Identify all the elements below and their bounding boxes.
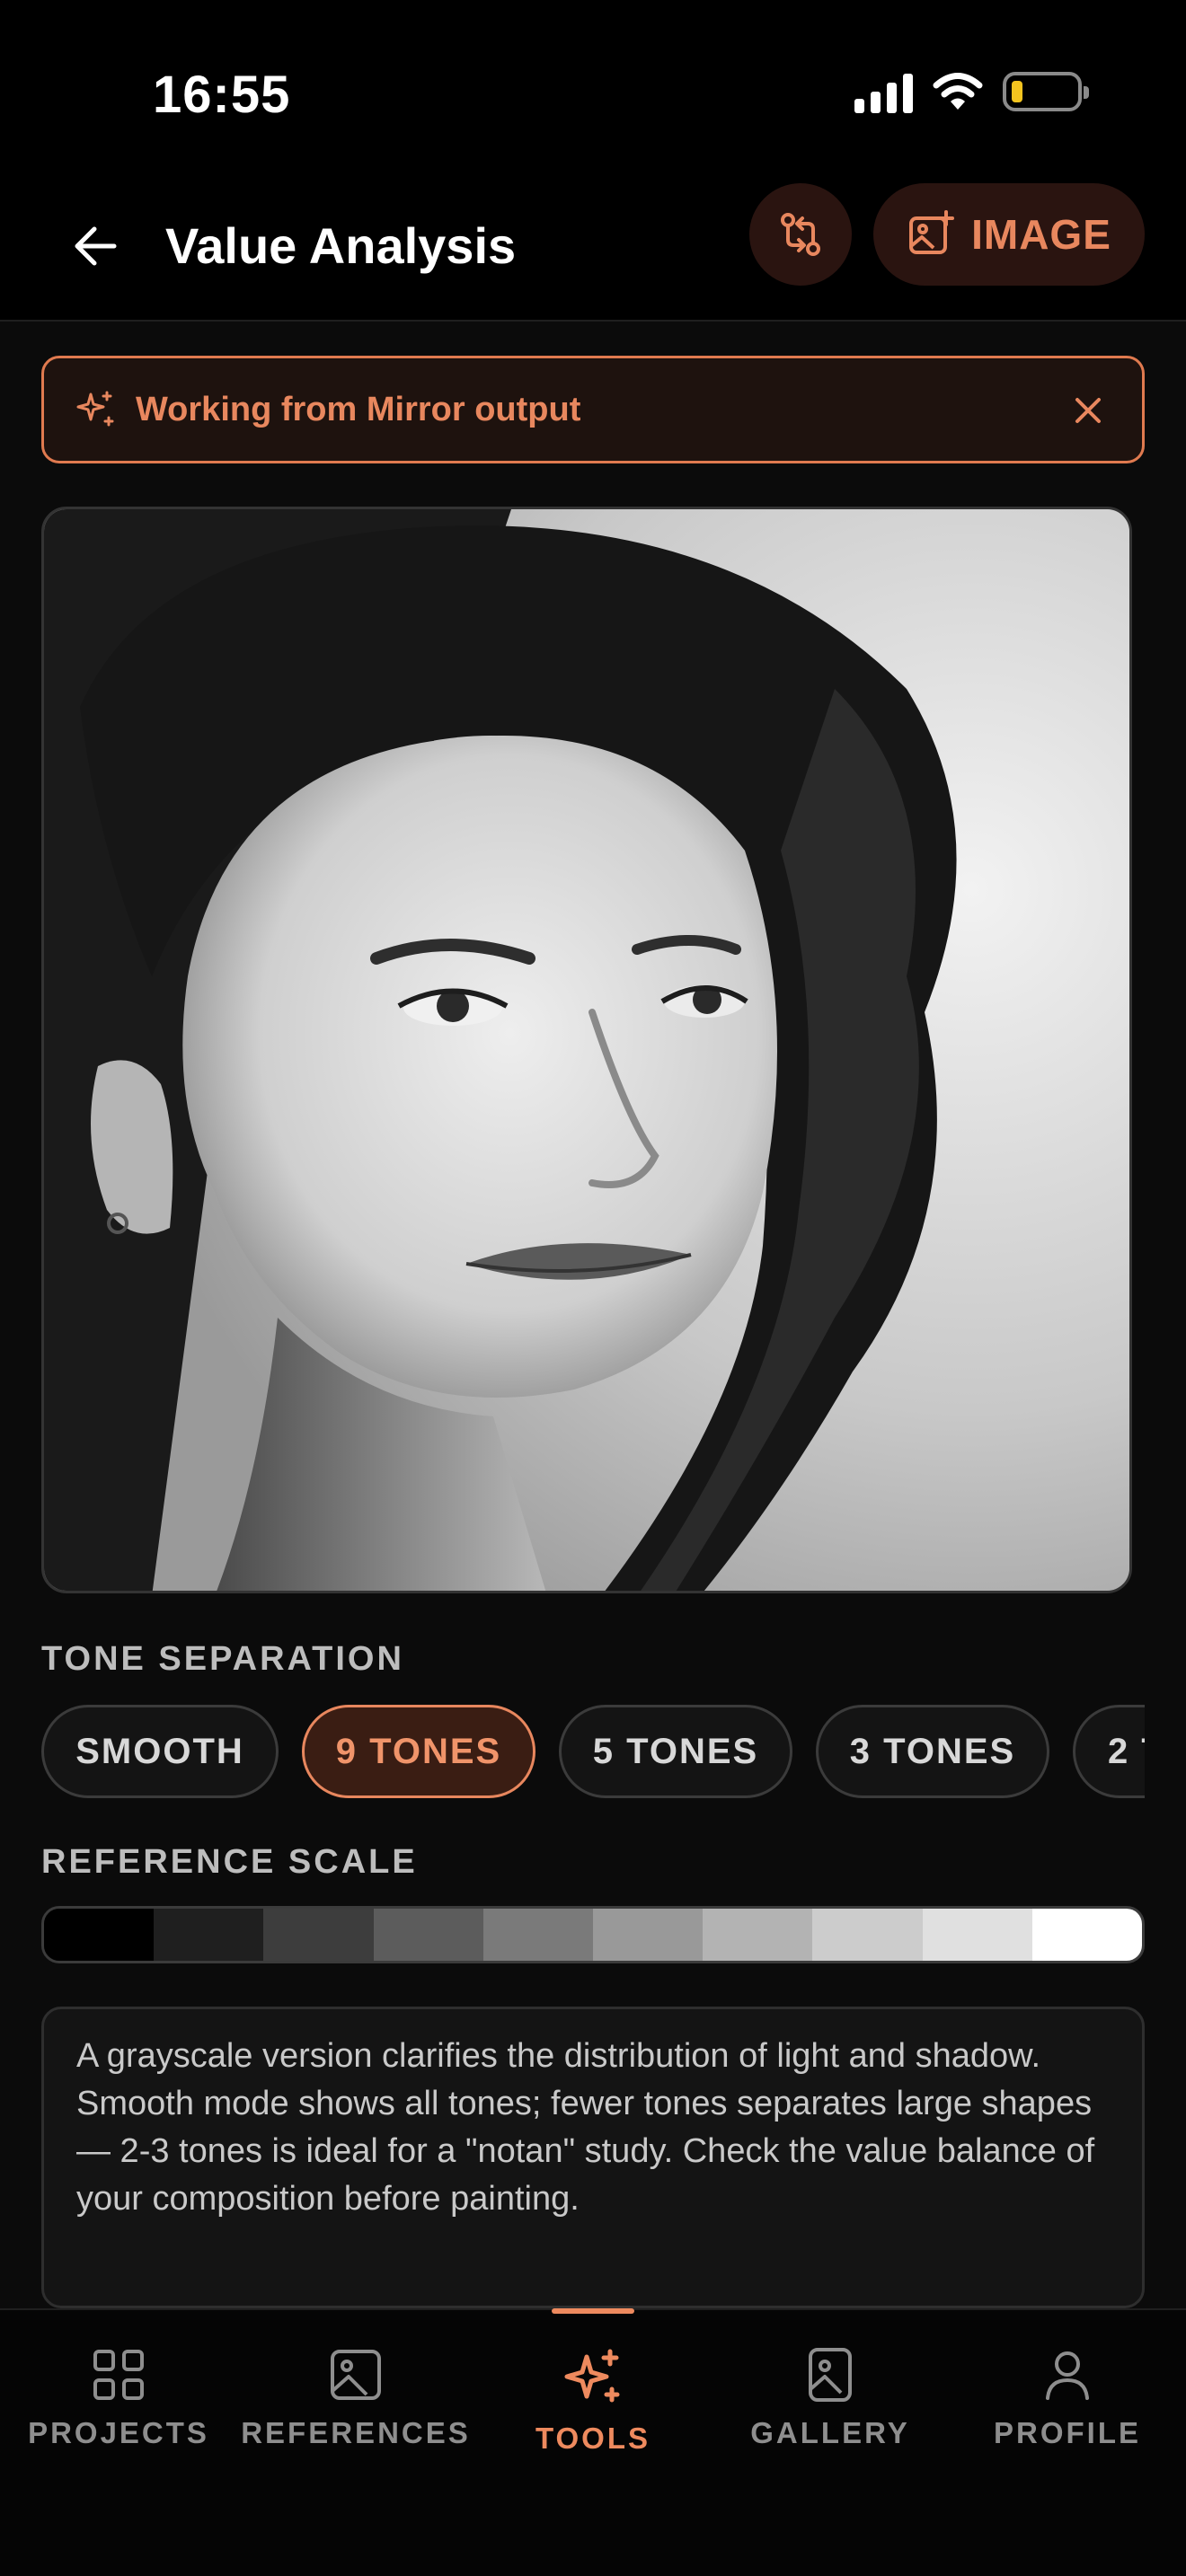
tab-tools[interactable]: TOOLS bbox=[474, 2346, 712, 2456]
grid-icon bbox=[93, 2350, 144, 2400]
page-title: Value Analysis bbox=[165, 217, 517, 274]
arrow-left-icon bbox=[75, 226, 117, 266]
header: Value Analysis IMAGE bbox=[0, 171, 1186, 322]
banner-close-button[interactable] bbox=[1063, 385, 1113, 436]
tone-separation-label: TONE SEPARATION bbox=[41, 1640, 404, 1678]
scale-swatch bbox=[922, 1909, 1032, 1961]
git-compare-icon bbox=[781, 213, 820, 256]
tab-projects[interactable]: PROJECTS bbox=[0, 2346, 237, 2450]
tab-bar: PROJECTS REFERENCES TOOLS GALLERY PROFIL… bbox=[0, 2308, 1186, 2576]
tab-label: PROFILE bbox=[993, 2416, 1141, 2449]
gallery-icon bbox=[809, 2348, 852, 2402]
value-preview-image[interactable] bbox=[41, 507, 1132, 1593]
reference-scale bbox=[41, 1906, 1145, 1963]
tab-label: PROJECTS bbox=[28, 2416, 209, 2449]
tab-label: REFERENCES bbox=[241, 2416, 471, 2449]
image-icon bbox=[331, 2350, 381, 2400]
mirror-output-banner: Working from Mirror output bbox=[41, 356, 1145, 463]
scale-swatch bbox=[703, 1909, 813, 1961]
close-icon bbox=[1075, 398, 1101, 423]
image-plus-icon bbox=[909, 210, 955, 254]
back-button[interactable] bbox=[59, 210, 131, 282]
scale-swatch bbox=[263, 1909, 374, 1961]
chip-5-tones[interactable]: 5 TONES bbox=[559, 1705, 792, 1798]
user-icon bbox=[1046, 2351, 1089, 2400]
sparkles-icon bbox=[564, 2349, 620, 2403]
tab-references[interactable]: REFERENCES bbox=[237, 2346, 474, 2450]
banner-text: Working from Mirror output bbox=[136, 390, 581, 428]
tab-label: GALLERY bbox=[750, 2416, 910, 2449]
scale-swatch bbox=[373, 1909, 483, 1961]
scale-swatch bbox=[154, 1909, 264, 1961]
cellular-signal-icon bbox=[854, 70, 913, 113]
image-button-label: IMAGE bbox=[971, 211, 1111, 258]
chip-9-tones[interactable]: 9 TONES bbox=[302, 1705, 535, 1798]
status-bar: 16:55 bbox=[0, 0, 1186, 171]
tab-gallery[interactable]: GALLERY bbox=[712, 2346, 949, 2450]
chip-2-tones[interactable]: 2 T bbox=[1073, 1705, 1145, 1798]
scale-swatch bbox=[593, 1909, 704, 1961]
scale-swatch bbox=[1031, 1909, 1142, 1961]
info-card: A grayscale version clarifies the distri… bbox=[41, 2007, 1145, 2308]
portrait-photo bbox=[44, 509, 1129, 1591]
scale-swatch bbox=[812, 1909, 923, 1961]
chip-smooth[interactable]: SMOOTH bbox=[41, 1705, 279, 1798]
reference-scale-label: REFERENCE SCALE bbox=[41, 1843, 418, 1881]
compare-button[interactable] bbox=[749, 183, 852, 286]
active-tab-indicator bbox=[552, 2308, 634, 2314]
scale-swatch bbox=[44, 1909, 155, 1961]
status-time: 16:55 bbox=[153, 66, 291, 124]
sparkles-icon bbox=[76, 391, 114, 427]
status-icons bbox=[854, 70, 1089, 113]
tab-label: TOOLS bbox=[535, 2422, 651, 2455]
tone-separation-options: SMOOTH 9 TONES 5 TONES 3 TONES 2 T bbox=[41, 1705, 1145, 1798]
image-button[interactable]: IMAGE bbox=[873, 183, 1145, 286]
chip-3-tones[interactable]: 3 TONES bbox=[816, 1705, 1049, 1798]
scale-swatch bbox=[482, 1909, 594, 1961]
wifi-icon bbox=[933, 73, 983, 110]
battery-icon bbox=[1003, 72, 1089, 111]
tab-profile[interactable]: PROFILE bbox=[949, 2346, 1186, 2450]
